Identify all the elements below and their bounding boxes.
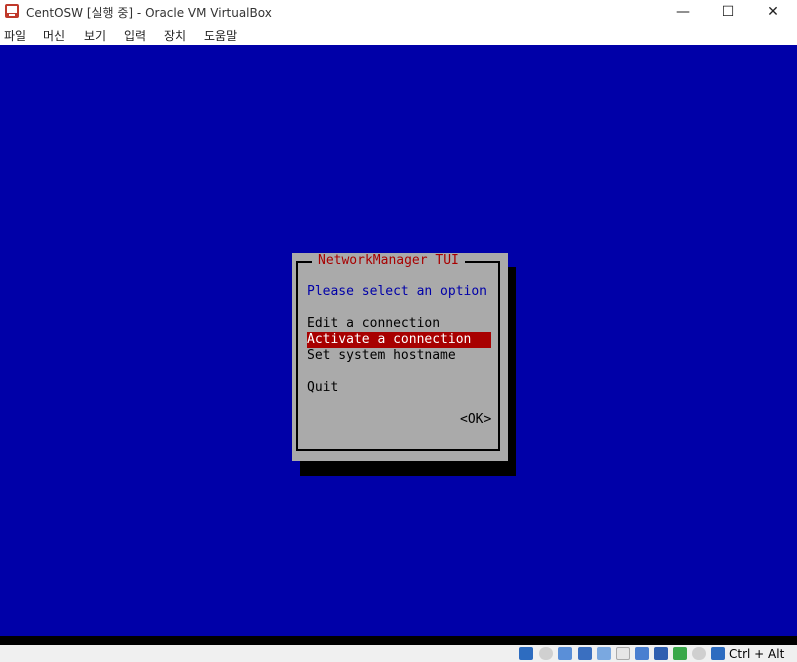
close-button[interactable]: ✕ [750,0,796,24]
close-icon: ✕ [767,4,779,20]
window-title-bar: CentOSW [실행 중] - Oracle VM VirtualBox — … [0,0,797,24]
shared-folders-icon[interactable] [597,647,611,660]
menu-bar: 파일 머신 보기 입력 장치 도움말 [0,24,797,45]
ok-button[interactable]: <OK> [460,412,491,428]
video-capture-icon[interactable] [635,647,649,660]
menu-machine[interactable]: 머신 [43,27,65,44]
menu-view[interactable]: 보기 [84,27,106,44]
option-set-hostname[interactable]: Set system hostname [307,348,491,364]
minimize-icon: — [676,4,690,20]
status-bar: Ctrl + Alt [0,645,797,662]
menu-help[interactable]: 도움말 [204,27,237,44]
audio-icon[interactable] [539,647,553,660]
mouse-integration-icon[interactable] [673,647,687,660]
nmtui-dialog: NetworkManager TUI Please select an opti… [292,253,508,461]
maximize-icon: ☐ [721,4,735,20]
menu-file[interactable]: 파일 [4,27,26,44]
keyboard-icon[interactable] [692,647,706,660]
display-icon[interactable] [616,647,630,660]
menu-input[interactable]: 입력 [124,27,146,44]
dialog-title: NetworkManager TUI [312,253,465,269]
dialog-prompt: Please select an option [307,284,488,299]
usb-icon[interactable] [578,647,592,660]
menu-devices[interactable]: 장치 [164,27,186,44]
host-key-arrow-icon [711,647,725,660]
host-key-label: Ctrl + Alt [729,647,785,661]
vm-display-bottom-edge [0,636,797,645]
option-edit-connection[interactable]: Edit a connection [307,316,491,332]
option-activate-connection[interactable]: Activate a connection [307,332,491,348]
window-title: CentOSW [실행 중] - Oracle VM VirtualBox [26,6,272,20]
optical-drive-icon[interactable] [519,647,533,660]
option-quit[interactable]: Quit [307,380,491,396]
network-icon[interactable] [558,647,572,660]
maximize-button[interactable]: ☐ [705,0,751,24]
virtualbox-app-icon [5,4,19,18]
cpu-icon[interactable] [654,647,668,660]
minimize-button[interactable]: — [660,0,706,24]
